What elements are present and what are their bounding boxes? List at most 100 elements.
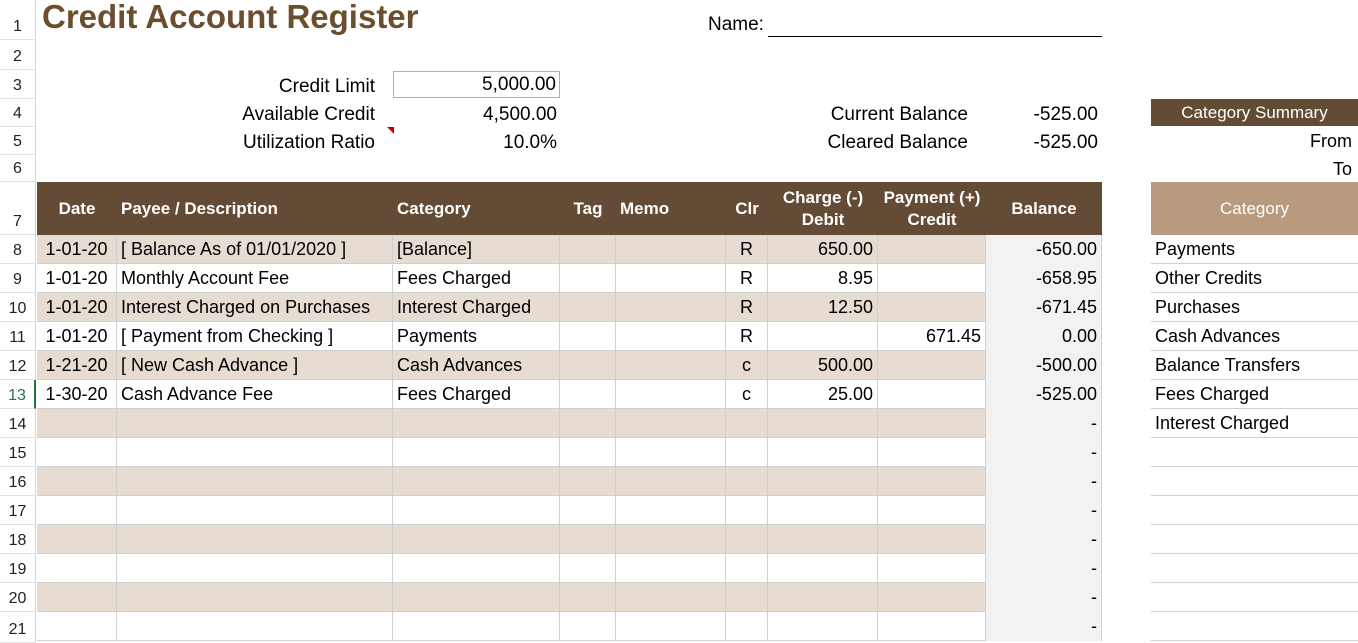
category-summary-item[interactable]: Interest Charged: [1151, 409, 1358, 438]
cell-memo[interactable]: [616, 293, 726, 322]
cell-payee[interactable]: [117, 583, 393, 612]
category-summary-item[interactable]: [1151, 554, 1358, 583]
row-header[interactable]: 5: [0, 127, 36, 155]
row-header[interactable]: 1: [0, 0, 36, 40]
cell-payee[interactable]: [ Balance As of 01/01/2020 ]: [117, 235, 393, 264]
cell-charge[interactable]: 500.00: [768, 351, 878, 380]
cell-memo[interactable]: [616, 438, 726, 467]
cell-payment[interactable]: [878, 264, 986, 293]
cell-balance[interactable]: 0.00: [986, 322, 1102, 351]
cell-memo[interactable]: [616, 322, 726, 351]
cell-clr[interactable]: R: [726, 322, 768, 351]
cell-memo[interactable]: [616, 351, 726, 380]
cell-payment[interactable]: [878, 525, 986, 554]
category-summary-item[interactable]: [1151, 438, 1358, 467]
cell-payee[interactable]: [117, 467, 393, 496]
sheet-title[interactable]: Credit Account Register: [42, 0, 419, 36]
cell-category[interactable]: [393, 554, 560, 583]
row-header[interactable]: 13: [0, 380, 36, 409]
cell-date[interactable]: [37, 612, 117, 641]
cell-clr[interactable]: [726, 554, 768, 583]
cell-clr[interactable]: [726, 438, 768, 467]
cell-payment[interactable]: [878, 496, 986, 525]
available-credit-value[interactable]: 4,500.00: [483, 104, 557, 126]
row-header[interactable]: 7: [0, 182, 36, 235]
cell-tag[interactable]: [560, 380, 616, 409]
row-header[interactable]: 4: [0, 99, 36, 127]
cell-memo[interactable]: [616, 525, 726, 554]
cell-charge[interactable]: [768, 525, 878, 554]
cell-payment[interactable]: [878, 351, 986, 380]
cell-payment[interactable]: [878, 467, 986, 496]
col-header-tag[interactable]: Tag: [560, 182, 616, 235]
cell-tag[interactable]: [560, 409, 616, 438]
cell-category[interactable]: Fees Charged: [393, 264, 560, 293]
cleared-balance-value[interactable]: -525.00: [1034, 132, 1098, 154]
cell-clr[interactable]: [726, 496, 768, 525]
cell-date[interactable]: [37, 438, 117, 467]
category-summary-item[interactable]: Other Credits: [1151, 264, 1358, 293]
cell-clr[interactable]: [726, 612, 768, 641]
cell-charge[interactable]: [768, 496, 878, 525]
cell-balance[interactable]: -: [986, 525, 1102, 554]
cell-clr[interactable]: [726, 409, 768, 438]
row-header[interactable]: 2: [0, 40, 36, 70]
cell-balance[interactable]: -: [986, 612, 1102, 641]
cell-date[interactable]: 1-01-20: [37, 293, 117, 322]
cell-date[interactable]: 1-30-20: [37, 380, 117, 409]
cell-tag[interactable]: [560, 351, 616, 380]
cell-payment[interactable]: [878, 438, 986, 467]
category-summary-item[interactable]: [1151, 496, 1358, 525]
cell-balance[interactable]: -500.00: [986, 351, 1102, 380]
cell-tag[interactable]: [560, 322, 616, 351]
cell-clr[interactable]: R: [726, 264, 768, 293]
cell-balance[interactable]: -: [986, 554, 1102, 583]
row-header[interactable]: 12: [0, 351, 36, 380]
cell-payee[interactable]: Monthly Account Fee: [117, 264, 393, 293]
cell-category[interactable]: [393, 438, 560, 467]
category-summary-item[interactable]: [1151, 525, 1358, 554]
cell-payment[interactable]: 671.45: [878, 322, 986, 351]
category-summary-header[interactable]: Category: [1151, 182, 1358, 235]
cell-memo[interactable]: [616, 583, 726, 612]
cell-tag[interactable]: [560, 612, 616, 641]
cell-date[interactable]: [37, 409, 117, 438]
cell-category[interactable]: [393, 409, 560, 438]
cell-tag[interactable]: [560, 525, 616, 554]
row-header[interactable]: 3: [0, 70, 36, 99]
cell-payee[interactable]: Cash Advance Fee: [117, 380, 393, 409]
cell-category[interactable]: [393, 612, 560, 641]
cell-balance[interactable]: -: [986, 496, 1102, 525]
cell-date[interactable]: [37, 496, 117, 525]
category-summary-item[interactable]: Payments: [1151, 235, 1358, 264]
cell-balance[interactable]: -525.00: [986, 380, 1102, 409]
row-header[interactable]: 19: [0, 554, 36, 583]
category-summary-item[interactable]: Balance Transfers: [1151, 351, 1358, 380]
cell-balance[interactable]: -671.45: [986, 293, 1102, 322]
cell-memo[interactable]: [616, 467, 726, 496]
cell-date[interactable]: 1-01-20: [37, 322, 117, 351]
cell-payee[interactable]: [117, 525, 393, 554]
row-header[interactable]: 8: [0, 235, 36, 264]
cell-payee[interactable]: [117, 554, 393, 583]
cell-payment[interactable]: [878, 380, 986, 409]
cell-charge[interactable]: [768, 583, 878, 612]
col-header-payment[interactable]: Payment (+) Credit: [878, 182, 986, 235]
cell-tag[interactable]: [560, 496, 616, 525]
row-header[interactable]: 14: [0, 409, 36, 438]
cell-memo[interactable]: [616, 409, 726, 438]
row-header[interactable]: 10: [0, 293, 36, 322]
cell-payee[interactable]: [ Payment from Checking ]: [117, 322, 393, 351]
cell-category[interactable]: [393, 467, 560, 496]
cell-payee[interactable]: [117, 409, 393, 438]
cell-tag[interactable]: [560, 554, 616, 583]
cell-tag[interactable]: [560, 467, 616, 496]
cell-payment[interactable]: [878, 554, 986, 583]
cell-category[interactable]: [393, 496, 560, 525]
cell-charge[interactable]: 8.95: [768, 264, 878, 293]
cell-clr[interactable]: R: [726, 293, 768, 322]
utilization-ratio-value[interactable]: 10.0%: [503, 132, 557, 154]
col-header-memo[interactable]: Memo: [616, 182, 726, 235]
cell-date[interactable]: [37, 583, 117, 612]
row-header[interactable]: 11: [0, 322, 36, 351]
